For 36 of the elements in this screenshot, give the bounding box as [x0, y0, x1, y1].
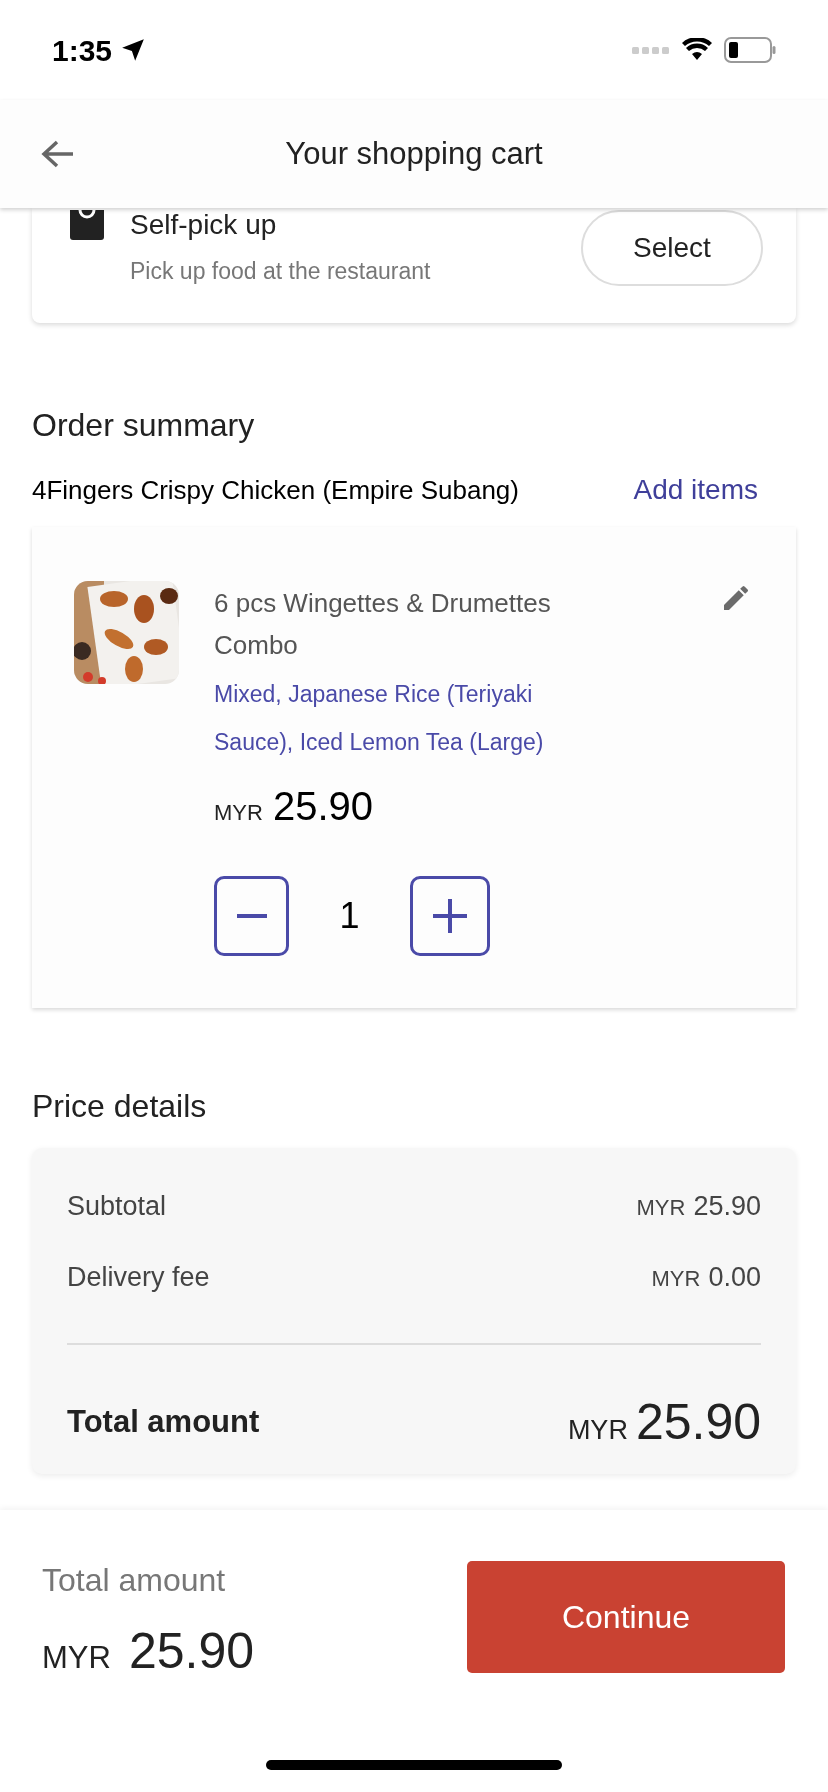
quantity-value: 1	[338, 894, 361, 938]
wifi-icon	[682, 38, 712, 62]
section-heading: Order summary	[32, 406, 256, 445]
continue-button[interactable]: Continue	[467, 1561, 785, 1673]
price-label: Delivery fee	[67, 1260, 210, 1294]
price-value: 0.00	[708, 1260, 761, 1294]
location-arrow-icon	[120, 37, 147, 63]
minus-icon	[236, 914, 267, 918]
total-amount: 25.90	[635, 1393, 761, 1452]
currency-label: MYR	[42, 1639, 111, 1677]
currency-label: MYR	[214, 799, 263, 827]
restaurant-name: 4Fingers Crispy Chicken (Empire Subang)	[32, 473, 519, 507]
item-price: 25.90	[272, 783, 373, 830]
back-arrow-icon	[41, 139, 75, 169]
footer-total-amount: 25.90	[128, 1622, 254, 1681]
price-value: 25.90	[693, 1190, 761, 1223]
select-button[interactable]: Select	[581, 210, 763, 286]
plus-icon	[433, 899, 467, 933]
signal-icon	[632, 45, 670, 55]
decrease-button[interactable]	[214, 876, 289, 956]
footer-total-label: Total amount	[42, 1561, 226, 1600]
pickup-subtitle: Pick up food at the restaurant	[130, 257, 431, 286]
currency-label: MYR	[567, 1414, 628, 1447]
currency-label: MYR	[651, 1264, 701, 1293]
status-time: 1:35	[52, 32, 113, 69]
item-name: 6 pcs Wingettes & Drumettes Combo	[214, 587, 552, 662]
currency-label: MYR	[636, 1194, 686, 1222]
section-heading: Price details	[32, 1087, 208, 1126]
add-items-link[interactable]: Add items	[633, 469, 758, 511]
header-title: Your shopping cart	[285, 134, 543, 173]
increase-button[interactable]	[410, 876, 490, 956]
total-label: Total amount	[67, 1403, 260, 1442]
item-options: Mixed, Japanese Rice (Teriyaki Sauce), Iced Lemon Tea (Large)	[214, 670, 614, 766]
price-label: Subtotal	[67, 1190, 167, 1223]
pickup-title: Self-pick up	[130, 210, 278, 240]
battery-icon	[724, 37, 776, 63]
